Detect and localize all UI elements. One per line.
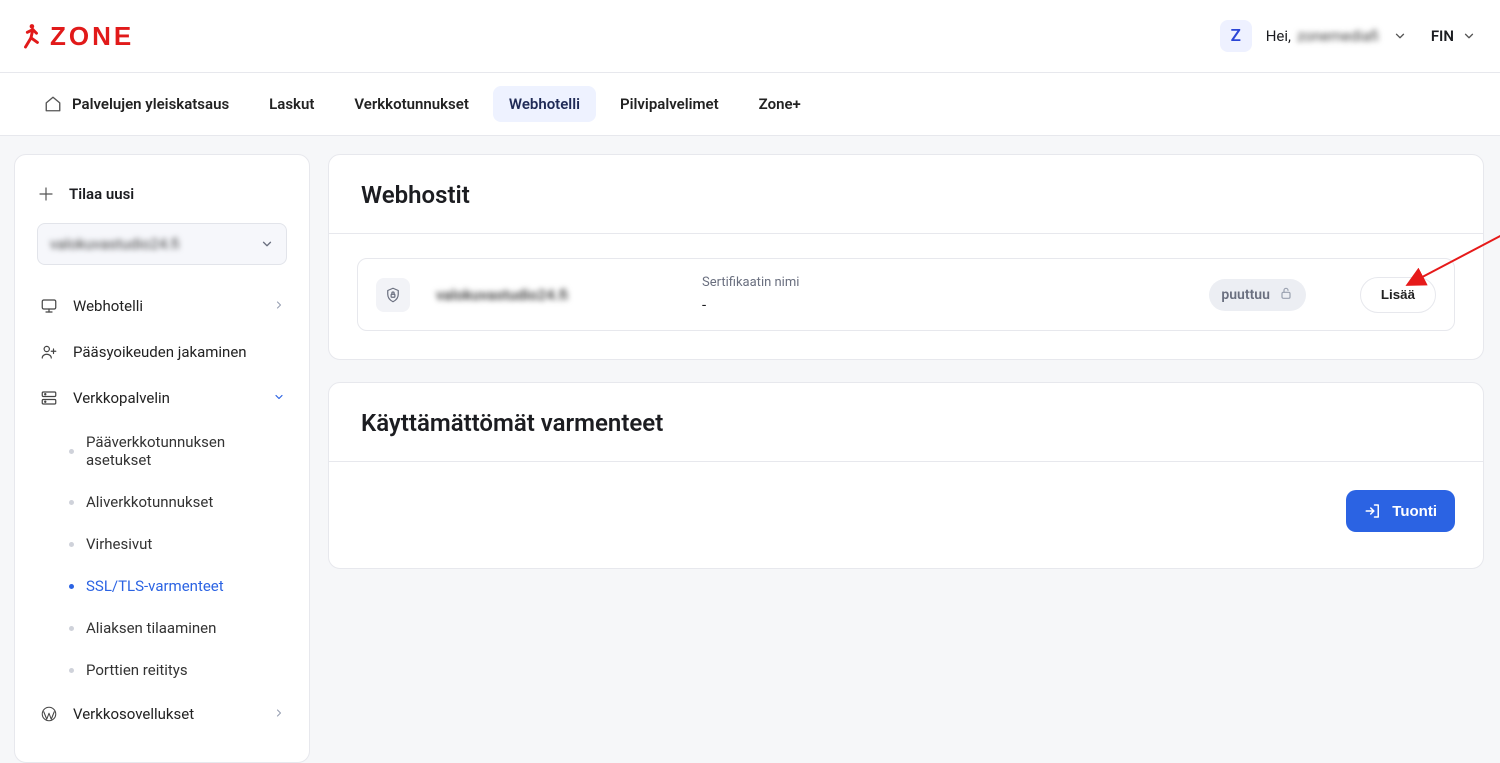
- monitor-icon: [39, 297, 59, 315]
- tab-zoneplus-label: Zone+: [759, 95, 801, 113]
- panel-title-unused: Käyttämättömät varmenteet: [329, 383, 1483, 461]
- add-button[interactable]: Lisää: [1360, 277, 1436, 313]
- dot-icon: [69, 584, 74, 589]
- tab-webhosting-label: Webhotelli: [509, 95, 580, 113]
- side-nav: Webhotelli Pääsyoikeuden jakaminen: [29, 285, 295, 735]
- chevron-down-icon: [1393, 29, 1407, 43]
- tab-overview[interactable]: Palvelujen yleiskatsaus: [28, 86, 245, 122]
- status-missing-badge: puuttuu: [1209, 279, 1306, 311]
- logo[interactable]: zone: [20, 21, 134, 52]
- sidebar-item-label: Verkkosovellukset: [73, 705, 194, 723]
- unlocked-icon: [1278, 285, 1294, 305]
- chevron-right-icon: [273, 297, 285, 315]
- panel-webhosts: Webhostit valokuvastudio24.fi Sertifikaa…: [328, 154, 1484, 360]
- main-content: Webhostit valokuvastudio24.fi Sertifikaa…: [328, 154, 1484, 763]
- import-icon: [1364, 502, 1382, 520]
- sidebar: Tilaa uusi valokuvastudio24.fi Webhotell…: [14, 154, 310, 763]
- dot-icon: [69, 500, 74, 505]
- sidebar-item-share-access[interactable]: Pääsyoikeuden jakaminen: [29, 331, 295, 373]
- avatar: Z: [1220, 20, 1252, 52]
- subitem-alias[interactable]: Aliaksen tilaaminen: [63, 609, 295, 647]
- primary-nav: Palvelujen yleiskatsaus Laskut Verkkotun…: [0, 73, 1500, 136]
- dot-icon: [69, 668, 74, 673]
- wordpress-icon: [39, 705, 59, 723]
- subitem-ssl[interactable]: SSL/TLS-varmenteet: [63, 567, 295, 605]
- tab-webhosting[interactable]: Webhotelli: [493, 86, 596, 122]
- chevron-down-icon: [1462, 29, 1476, 43]
- domain-selector[interactable]: valokuvastudio24.fi: [37, 223, 287, 265]
- page: Tilaa uusi valokuvastudio24.fi Webhotell…: [0, 136, 1500, 763]
- import-button-label: Tuonti: [1392, 503, 1437, 520]
- panel-unused-certs: Käyttämättömät varmenteet Tuonti: [328, 382, 1484, 569]
- server-icon: [39, 389, 59, 407]
- domain-selected-label: valokuvastudio24.fi: [50, 235, 179, 253]
- user-menu[interactable]: Z Hei, zonemediafi: [1220, 20, 1407, 52]
- dot-icon: [69, 542, 74, 547]
- greeting: Hei, zonemediafi: [1266, 27, 1379, 45]
- sidebar-submenu-webserver: Pääverkkotunnuksen asetukset Aliverkkotu…: [29, 423, 295, 689]
- order-new-button[interactable]: Tilaa uusi: [29, 181, 295, 223]
- webhost-row: valokuvastudio24.fi Sertifikaatin nimi -…: [357, 258, 1455, 331]
- sidebar-item-webapps[interactable]: Verkkosovellukset: [29, 693, 295, 735]
- certificate-label: Sertifikaatin nimi: [702, 275, 799, 290]
- chevron-down-icon: [273, 389, 285, 407]
- dot-icon: [69, 626, 74, 631]
- dot-icon: [69, 449, 74, 454]
- subitem-label: SSL/TLS-varmenteet: [86, 577, 224, 595]
- status-text: puuttuu: [1221, 287, 1270, 303]
- user-area: Z Hei, zonemediafi FIN: [1220, 20, 1476, 52]
- username: zonemediafi: [1297, 27, 1379, 45]
- greeting-prefix: Hei,: [1266, 27, 1291, 45]
- subitem-error-pages[interactable]: Virhesivut: [63, 525, 295, 563]
- divider: [329, 233, 1483, 234]
- shield-icon: [376, 278, 410, 312]
- subitem-subdomains[interactable]: Aliverkkotunnukset: [63, 483, 295, 521]
- sidebar-item-webserver[interactable]: Verkkopalvelin: [29, 377, 295, 419]
- subitem-label: Porttien reititys: [86, 661, 188, 679]
- tab-domains-label: Verkkotunnukset: [354, 95, 469, 113]
- home-icon: [44, 95, 62, 113]
- sidebar-item-webhotelli[interactable]: Webhotelli: [29, 285, 295, 327]
- subitem-main-domain[interactable]: Pääverkkotunnuksen asetukset: [63, 423, 295, 479]
- chevron-right-icon: [273, 705, 285, 723]
- tab-zoneplus[interactable]: Zone+: [743, 86, 817, 122]
- tab-domains[interactable]: Verkkotunnukset: [338, 86, 485, 122]
- certificate-value: -: [702, 296, 799, 314]
- tab-cloud[interactable]: Pilvipalvelimet: [604, 86, 735, 122]
- import-button[interactable]: Tuonti: [1346, 490, 1455, 532]
- subitem-label: Pääverkkotunnuksen asetukset: [86, 433, 289, 469]
- plus-icon: [37, 185, 55, 203]
- language-label: FIN: [1431, 27, 1454, 45]
- subitem-label: Aliaksen tilaaminen: [86, 619, 216, 637]
- tab-invoices[interactable]: Laskut: [253, 86, 330, 122]
- subitem-ports[interactable]: Porttien reititys: [63, 651, 295, 689]
- tab-cloud-label: Pilvipalvelimet: [620, 95, 719, 113]
- subitem-label: Aliverkkotunnukset: [86, 493, 213, 511]
- subitem-label: Virhesivut: [86, 535, 152, 553]
- tab-invoices-label: Laskut: [269, 95, 314, 113]
- tab-overview-label: Palvelujen yleiskatsaus: [72, 95, 229, 113]
- logo-text: zone: [50, 21, 134, 52]
- top-header: zone Z Hei, zonemediafi FIN: [0, 0, 1500, 73]
- order-new-label: Tilaa uusi: [69, 185, 134, 203]
- webhost-name: valokuvastudio24.fi: [436, 286, 656, 304]
- language-selector[interactable]: FIN: [1431, 27, 1476, 45]
- panel-title-webhosts: Webhostit: [329, 155, 1483, 233]
- sidebar-item-label: Pääsyoikeuden jakaminen: [73, 343, 247, 361]
- sidebar-item-label: Webhotelli: [73, 297, 143, 315]
- certificate-column: Sertifikaatin nimi -: [702, 275, 799, 314]
- sidebar-item-label: Verkkopalvelin: [73, 389, 170, 407]
- panel-actions: Tuonti: [329, 462, 1483, 568]
- logo-mark-icon: [20, 22, 42, 50]
- user-plus-icon: [39, 343, 59, 361]
- chevron-down-icon: [260, 237, 274, 251]
- add-button-label: Lisää: [1381, 287, 1415, 302]
